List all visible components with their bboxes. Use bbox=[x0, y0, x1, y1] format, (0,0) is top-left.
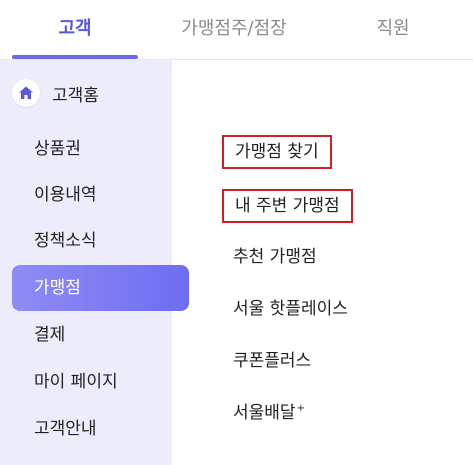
sidebar-item-merchants[interactable]: 가맹점 bbox=[12, 265, 189, 311]
menu-seoul-delivery-label: 서울배달 bbox=[233, 403, 296, 423]
sidebar-item-customer-guide[interactable]: 고객안내 bbox=[12, 406, 189, 452]
sidebar-item-usage-history[interactable]: 이용내역 bbox=[12, 172, 189, 218]
menu-seoul-delivery[interactable]: 서울배달+ bbox=[222, 396, 316, 430]
customer-home-link[interactable]: 고객홈 bbox=[12, 78, 99, 108]
top-tab-bar: 고객 가맹점주/점장 직원 bbox=[0, 0, 473, 60]
sidebar-item-payment[interactable]: 결제 bbox=[12, 312, 189, 358]
tab-staff[interactable]: 직원 bbox=[330, 0, 456, 60]
menu-nearby-merchants[interactable]: 내 주변 가맹점 bbox=[222, 189, 353, 223]
menu-seoul-hotplace[interactable]: 서울 핫플레이스 bbox=[222, 292, 359, 326]
tab-franchise-owner[interactable]: 가맹점주/점장 bbox=[158, 0, 310, 60]
menu-find-merchant[interactable]: 가맹점 찾기 bbox=[222, 135, 332, 169]
sidebar-item-policy-news[interactable]: 정책소식 bbox=[12, 218, 189, 264]
sidebar: 고객홈 상품권 이용내역 정책소식 가맹점 결제 마이 페이지 고객안내 bbox=[0, 60, 189, 465]
tab-customer[interactable]: 고객 bbox=[12, 0, 138, 60]
menu-recommended-merchants[interactable]: 추천 가맹점 bbox=[222, 240, 328, 274]
menu-coupon-plus[interactable]: 쿠폰플러스 bbox=[222, 344, 322, 378]
active-tab-indicator bbox=[12, 55, 138, 59]
menu-seoul-delivery-plus: + bbox=[296, 403, 305, 415]
home-label: 고객홈 bbox=[52, 85, 99, 106]
sidebar-item-gift-certificate[interactable]: 상품권 bbox=[12, 126, 189, 172]
home-icon bbox=[12, 79, 40, 107]
sidebar-item-my-page[interactable]: 마이 페이지 bbox=[12, 359, 189, 405]
